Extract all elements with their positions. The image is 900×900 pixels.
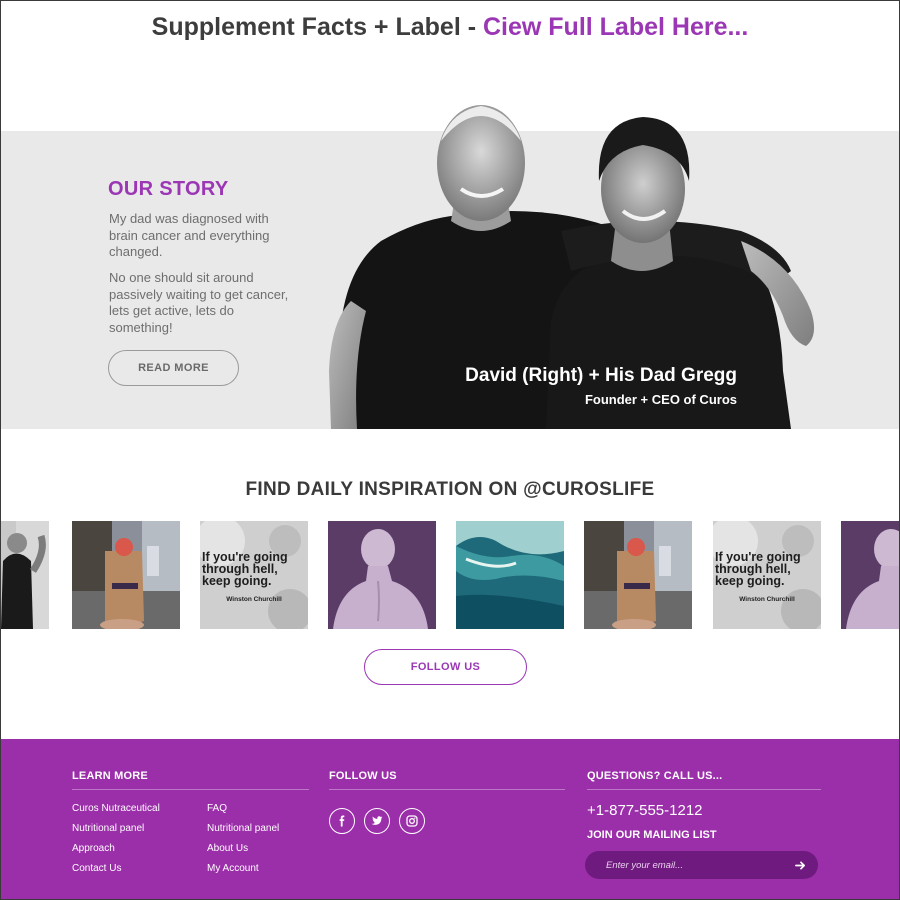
- footer-link[interactable]: Nutritional panel: [72, 823, 144, 834]
- instagram-thumb[interactable]: [1, 521, 49, 629]
- instagram-thumb[interactable]: [841, 521, 899, 629]
- submit-arrow-icon[interactable]: [792, 857, 808, 873]
- email-signup-form: [585, 851, 818, 879]
- quote-author: Winston Churchill: [739, 596, 795, 603]
- view-full-label-link[interactable]: Ciew Full Label Here...: [483, 13, 748, 41]
- quote-text: If you're going through hell, keep going…: [202, 550, 288, 588]
- footer-link[interactable]: Approach: [72, 843, 115, 854]
- instagram-thumb[interactable]: If you're going through hell, keep going…: [713, 521, 821, 629]
- photo-caption-title: David (Right) + His Dad Gregg: [465, 365, 737, 386]
- our-story-title: OUR STORY: [108, 178, 229, 200]
- instagram-thumb[interactable]: If you're going through hell, keep going…: [200, 521, 308, 629]
- supplement-facts-heading: Supplement Facts + Label - Ciew Full Lab…: [1, 13, 899, 42]
- email-field[interactable]: [585, 851, 785, 879]
- story-paragraph-1: My dad was diagnosed with brain cancer a…: [109, 211, 270, 259]
- divider: [72, 789, 309, 790]
- instagram-heading: FIND DAILY INSPIRATION ON @CUROSLIFE: [245, 479, 655, 500]
- follow-us-button[interactable]: FOLLOW US: [364, 649, 527, 685]
- footer-link[interactable]: FAQ: [207, 803, 227, 814]
- supplement-facts-label: Supplement Facts + Label -: [151, 13, 483, 41]
- instagram-thumb[interactable]: [328, 521, 436, 629]
- page: Supplement Facts + Label - Ciew Full Lab…: [1, 1, 899, 899]
- footer-link[interactable]: Curos Nutraceutical: [72, 803, 160, 814]
- instagram-icon[interactable]: [399, 808, 425, 834]
- footer-link[interactable]: About Us: [207, 843, 248, 854]
- quote-text: If you're going through hell, keep going…: [715, 550, 801, 588]
- footer-link[interactable]: Contact Us: [72, 863, 121, 874]
- mailing-list-heading: JOIN OUR MAILING LIST: [587, 829, 717, 841]
- story-paragraph-2: No one should sit around passively waiti…: [109, 270, 289, 335]
- footer-link[interactable]: My Account: [207, 863, 259, 874]
- questions-heading: QUESTIONS? CALL US...: [587, 770, 723, 782]
- photo-caption-subtitle: Founder + CEO of Curos: [584, 392, 737, 407]
- instagram-thumb[interactable]: [72, 521, 180, 629]
- quote-author: Winston Churchill: [226, 596, 282, 603]
- phone-number[interactable]: +1-877-555-1212: [587, 802, 703, 819]
- read-more-button[interactable]: READ MORE: [108, 350, 239, 386]
- facebook-icon[interactable]: [329, 808, 355, 834]
- follow-us-heading: FOLLOW US: [329, 770, 397, 782]
- instagram-thumb[interactable]: [584, 521, 692, 629]
- divider: [587, 789, 821, 790]
- footer-link[interactable]: Nutritional panel: [207, 823, 279, 834]
- divider: [329, 789, 565, 790]
- instagram-thumb[interactable]: [456, 521, 564, 629]
- twitter-icon[interactable]: [364, 808, 390, 834]
- learn-more-heading: LEARN MORE: [72, 770, 148, 782]
